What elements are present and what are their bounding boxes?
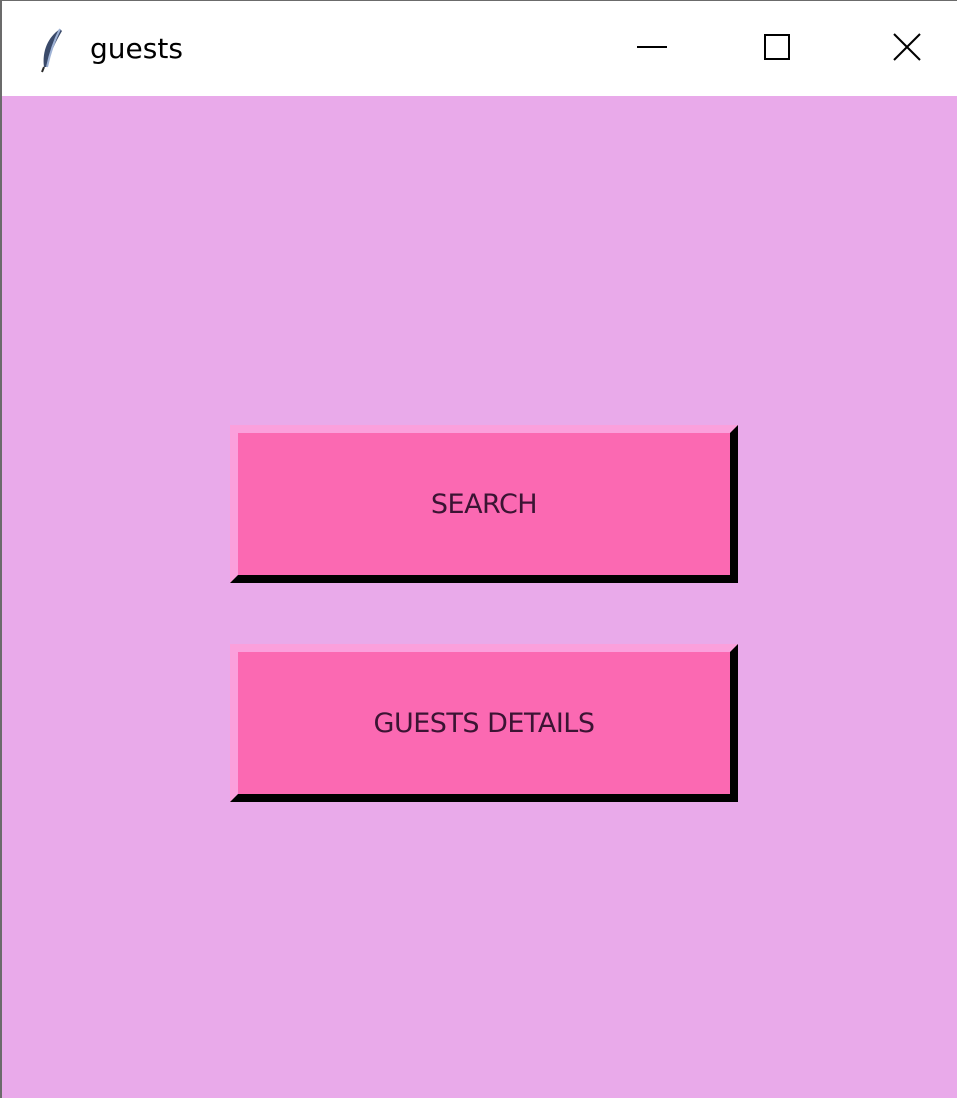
maximize-icon [760, 30, 794, 68]
minimize-icon [635, 30, 669, 68]
minimize-button[interactable] [587, 1, 717, 96]
window-title: guests [90, 32, 183, 65]
maximize-button[interactable] [712, 1, 842, 96]
search-button[interactable]: SEARCH [230, 425, 738, 583]
search-button-label: SEARCH [430, 488, 538, 520]
close-icon [890, 30, 924, 68]
main-content: SEARCH GUESTS DETAILS [2, 96, 957, 1098]
close-button[interactable] [842, 1, 957, 96]
feather-icon [38, 27, 68, 73]
app-window: guests SEARCH GUESTS DETAILS [0, 0, 957, 1098]
title-bar[interactable]: guests [2, 1, 957, 96]
guests-details-button[interactable]: GUESTS DETAILS [230, 644, 738, 802]
guests-details-button-label: GUESTS DETAILS [373, 707, 595, 739]
